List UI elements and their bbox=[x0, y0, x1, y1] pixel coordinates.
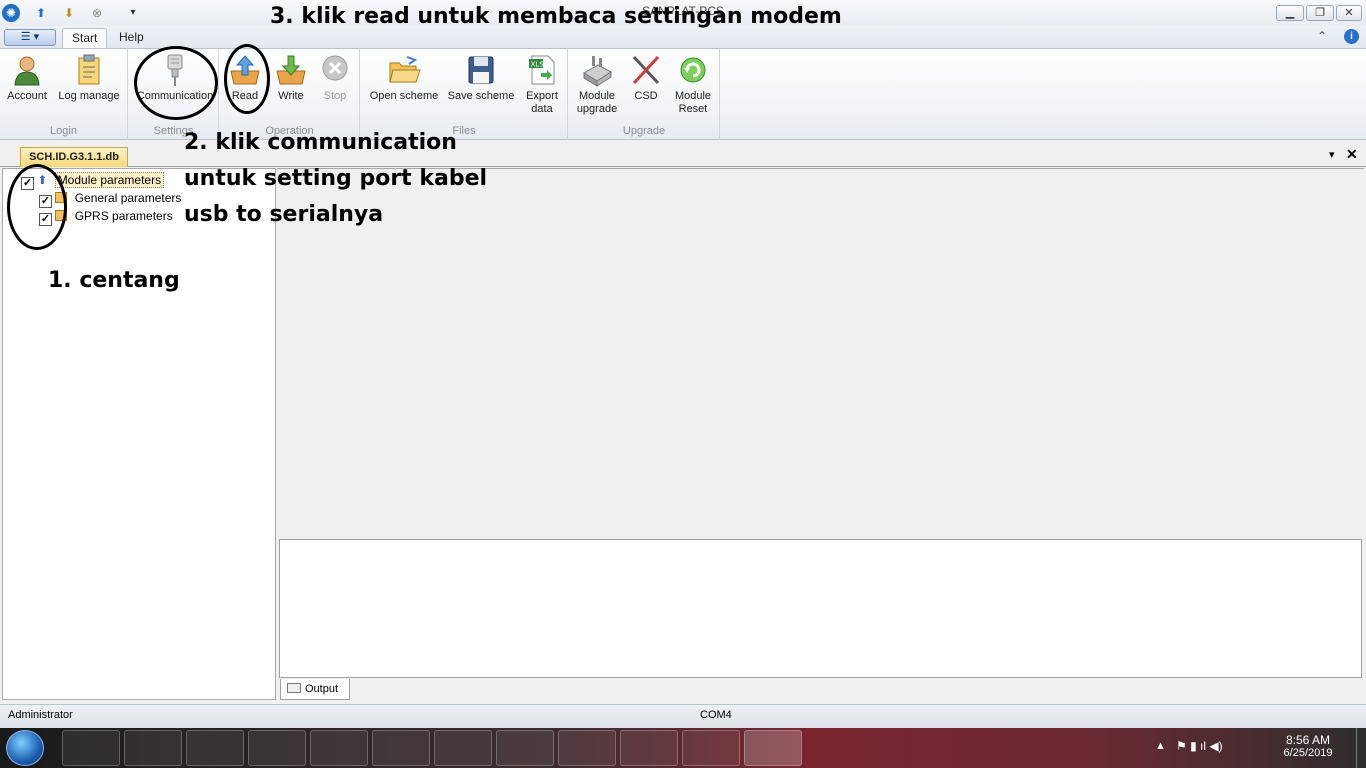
ribbon-tab-row: ☰ ▾ Start Help ⌃ i bbox=[0, 26, 1366, 48]
taskbar-paint-icon[interactable] bbox=[620, 730, 678, 766]
save-scheme-button[interactable]: Save scheme bbox=[447, 53, 515, 103]
taskbar-sanplat-icon[interactable] bbox=[744, 730, 802, 766]
main-content-area bbox=[277, 168, 1364, 536]
status-user: Administrator bbox=[8, 709, 73, 721]
taskbar-notes-icon[interactable] bbox=[558, 730, 616, 766]
output-panel bbox=[279, 539, 1362, 678]
taskbar-ie-icon[interactable] bbox=[186, 730, 244, 766]
tab-help[interactable]: Help bbox=[110, 28, 153, 48]
csd-button[interactable]: CSD bbox=[627, 53, 665, 103]
annotation-step2-line2: untuk setting port kabel bbox=[184, 166, 488, 191]
show-desktop-button[interactable] bbox=[1356, 728, 1366, 768]
status-bar: Administrator COM4 bbox=[0, 704, 1366, 728]
output-window-icon bbox=[287, 683, 301, 693]
taskbar-app-green-icon[interactable] bbox=[310, 730, 368, 766]
annotation-step2-line1: 2. klik communication bbox=[184, 130, 457, 155]
tray-clock[interactable]: 8:56 AM 6/25/2019 bbox=[1268, 733, 1348, 759]
annotation-circle-read bbox=[224, 44, 270, 114]
group-login: Account Log manage Login bbox=[0, 49, 128, 140]
info-icon[interactable]: i bbox=[1344, 29, 1359, 44]
stop-icon bbox=[322, 55, 348, 81]
taskbar-photo-icon[interactable] bbox=[682, 730, 740, 766]
clipboard-icon bbox=[78, 54, 100, 85]
taskbar-chrome-icon[interactable] bbox=[434, 730, 492, 766]
collapse-ribbon-icon[interactable]: ⌃ bbox=[1317, 29, 1327, 43]
account-icon bbox=[14, 56, 40, 86]
close-document-icon[interactable]: ✕ bbox=[1346, 146, 1358, 163]
restore-button[interactable]: ❐ bbox=[1306, 5, 1334, 21]
app-menu-button[interactable]: ☰ ▾ bbox=[4, 29, 56, 46]
open-scheme-button[interactable]: Open scheme bbox=[367, 53, 441, 103]
tray-show-hidden-icon[interactable]: ▲ bbox=[1155, 740, 1166, 752]
taskbar-wh-tech-icon[interactable] bbox=[496, 730, 554, 766]
status-port: COM4 bbox=[700, 709, 732, 721]
module-upgrade-icon bbox=[583, 56, 612, 87]
write-button[interactable]: Write bbox=[272, 53, 310, 103]
svg-text:XLS: XLS bbox=[531, 61, 545, 69]
group-label-upgrade: Upgrade bbox=[622, 125, 666, 137]
taskbar-explorer-icon[interactable] bbox=[124, 730, 182, 766]
excel-export-icon: XLS bbox=[529, 55, 555, 85]
group-upgrade: Module upgrade CSD Module Reset Upgrade bbox=[569, 49, 720, 140]
open-folder-icon bbox=[389, 56, 421, 83]
module-upgrade-button[interactable]: Module upgrade bbox=[573, 53, 621, 116]
group-files: Open scheme Save scheme XLS Export data … bbox=[361, 49, 568, 140]
annotation-step3: 3. klik read untuk membaca settingan mod… bbox=[270, 4, 842, 29]
write-download-icon bbox=[276, 55, 306, 85]
start-button-icon[interactable] bbox=[6, 730, 44, 766]
windows-taskbar: ▲ ⚑ ▮ ıl ◀) 8:56 AM 6/25/2019 bbox=[0, 728, 1366, 768]
annotation-circle-checkboxes bbox=[7, 164, 67, 250]
minimize-button[interactable]: ▁ bbox=[1276, 5, 1304, 21]
csd-cross-icon bbox=[632, 55, 660, 85]
tab-list-dropdown-icon[interactable]: ▾ bbox=[1329, 148, 1335, 161]
account-button[interactable]: Account bbox=[4, 53, 50, 103]
taskbar-media-icon[interactable] bbox=[248, 730, 306, 766]
reset-refresh-icon bbox=[680, 57, 706, 83]
export-data-button[interactable]: XLS Export data bbox=[521, 53, 563, 116]
tab-start[interactable]: Start bbox=[62, 28, 108, 48]
module-reset-button[interactable]: Module Reset bbox=[671, 53, 715, 116]
stop-button[interactable]: Stop bbox=[316, 53, 354, 103]
annotation-circle-communication bbox=[134, 46, 218, 120]
taskbar-computer-icon[interactable] bbox=[62, 730, 120, 766]
tray-network-icons[interactable]: ⚑ ▮ ıl ◀) bbox=[1176, 739, 1223, 753]
log-manage-button[interactable]: Log manage bbox=[56, 53, 122, 103]
taskbar-app-green2-icon[interactable] bbox=[372, 730, 430, 766]
output-tab[interactable]: Output bbox=[280, 679, 350, 700]
floppy-disk-icon bbox=[468, 56, 494, 84]
annotation-step1: 1. centang bbox=[48, 268, 180, 293]
close-window-button[interactable]: ✕ bbox=[1336, 5, 1362, 21]
annotation-step2-line3: usb to serialnya bbox=[184, 202, 384, 227]
group-label-login: Login bbox=[50, 125, 77, 137]
